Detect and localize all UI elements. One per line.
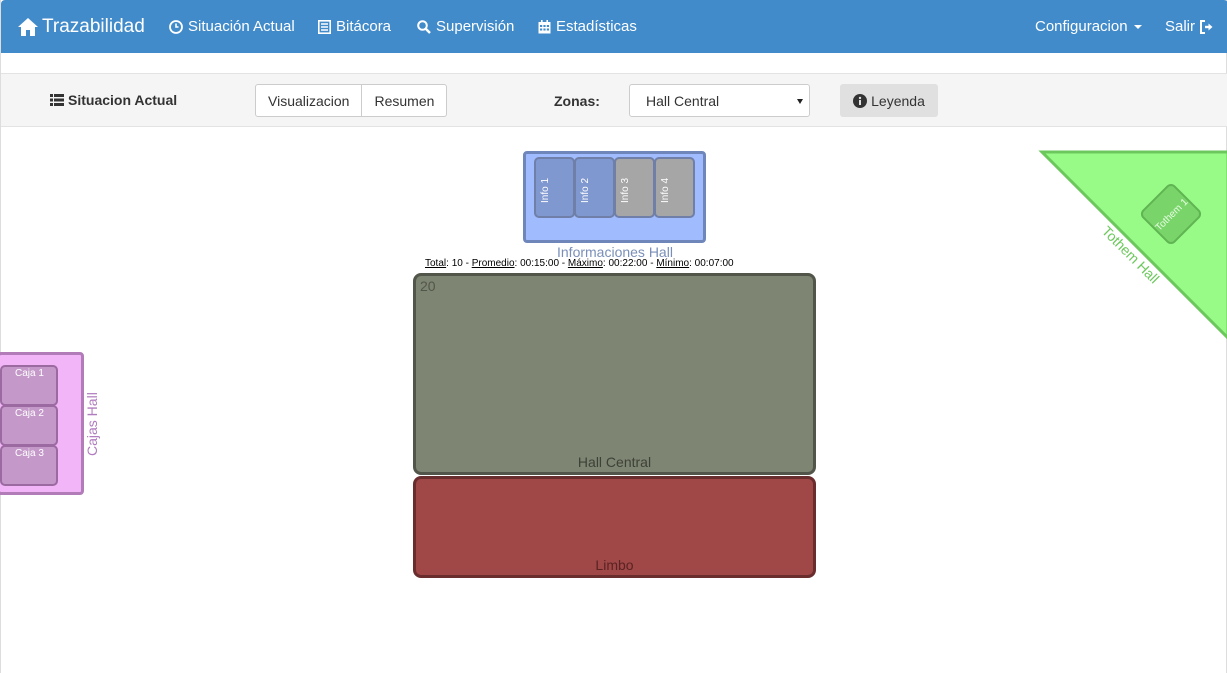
view-button-group: Visualizacion Resumen [255, 84, 448, 117]
stats-maximo-value: 00:22:00 [608, 258, 648, 269]
logout-link[interactable]: Salir [1165, 0, 1214, 53]
caja-2-box[interactable]: Caja 2 [0, 405, 58, 446]
legend-button-label: Leyenda [871, 92, 925, 109]
zone-stats: Total: 10 - Promedio: 00:15:00 - Máximo:… [425, 258, 734, 269]
nav-estadisticas-label: Estadísticas [556, 18, 637, 35]
hall-central-count: 20 [420, 278, 436, 294]
nav-supervision[interactable]: Supervisión [417, 0, 514, 53]
zone-select-value: Hall Central [646, 92, 720, 109]
search-icon [417, 19, 431, 34]
config-label: Configuracion [1035, 18, 1128, 35]
stats-minimo-value: 00:07:00 [694, 258, 734, 269]
info-1-label: Info 1 [540, 177, 551, 203]
stats-promedio-label: Promedio [471, 258, 515, 269]
cajas-hall-zone[interactable]: Caja 1 Caja 2 Caja 3 [0, 352, 84, 495]
toolbar: Situacion Actual Visualizacion Resumen Z… [1, 73, 1227, 127]
info-3-box[interactable]: Info 3 [614, 157, 655, 218]
tothem-hall-zone[interactable]: Tothem 1 Tothem Hall [1037, 148, 1227, 340]
stats-total-value: 10 [451, 258, 463, 269]
nav-bitacora-label: Bitácora [336, 18, 392, 35]
limbo-zone[interactable]: Limbo [413, 476, 816, 578]
stats-maximo-label: Máximo [567, 258, 603, 269]
legend-button[interactable]: Leyenda [840, 84, 938, 117]
toolbar-title-label: Situacion Actual [68, 92, 178, 108]
brand-label: Trazabilidad [42, 15, 145, 37]
list-icon [50, 94, 64, 106]
hall-central-zone[interactable]: 20 Hall Central [413, 273, 816, 475]
caja-3-box[interactable]: Caja 3 [0, 445, 58, 486]
nav-estadisticas[interactable]: Estadísticas [538, 0, 637, 53]
toolbar-title: Situacion Actual [50, 92, 177, 108]
info-4-label: Info 4 [660, 177, 671, 203]
navbar: Trazabilidad Situación Actual Bitácora S… [1, 0, 1227, 53]
zones-label: Zonas: [554, 93, 600, 109]
hall-central-label: Hall Central [577, 454, 652, 470]
page: Trazabilidad Situación Actual Bitácora S… [0, 0, 1227, 673]
dropdown-arrow-icon [797, 99, 803, 104]
resumen-button[interactable]: Resumen [362, 84, 448, 117]
nav-supervision-label: Supervisión [436, 18, 515, 35]
calendar-icon [538, 19, 551, 33]
nav-situacion-actual[interactable]: Situación Actual [169, 0, 295, 53]
info-3-label: Info 3 [620, 177, 631, 203]
visualizacion-button[interactable]: Visualizacion [255, 84, 363, 117]
logout-label: Salir [1165, 18, 1196, 35]
nav-situacion-actual-label: Situación Actual [188, 18, 295, 35]
config-dropdown[interactable]: Configuracion [1035, 0, 1142, 53]
chevron-down-icon [1133, 24, 1142, 29]
info-2-label: Info 2 [580, 177, 591, 203]
cajas-hall-label: Cajas Hall [84, 392, 100, 456]
zone-select[interactable]: Hall Central [629, 84, 810, 117]
nav-bitacora[interactable]: Bitácora [318, 0, 391, 53]
info-1-box[interactable]: Info 1 [534, 157, 575, 218]
brand-link[interactable]: Trazabilidad [18, 0, 145, 53]
info-2-box[interactable]: Info 2 [574, 157, 615, 218]
stats-minimo-label: Mínimo [656, 258, 690, 269]
clock-icon [169, 19, 183, 34]
logout-icon [1200, 19, 1213, 34]
home-icon [18, 17, 38, 36]
stats-total-label: Total [425, 258, 447, 269]
informaciones-hall-zone[interactable]: Info 1 Info 2 Info 3 Info 4 [523, 151, 706, 243]
caja-1-box[interactable]: Caja 1 [0, 365, 58, 406]
info-4-box[interactable]: Info 4 [654, 157, 695, 218]
tothem-hall-shape[interactable] [1038, 150, 1227, 340]
stats-promedio-value: 00:15:00 [520, 258, 560, 269]
info-icon [853, 93, 868, 108]
limbo-label: Limbo [595, 557, 634, 573]
list-alt-icon [318, 19, 331, 34]
